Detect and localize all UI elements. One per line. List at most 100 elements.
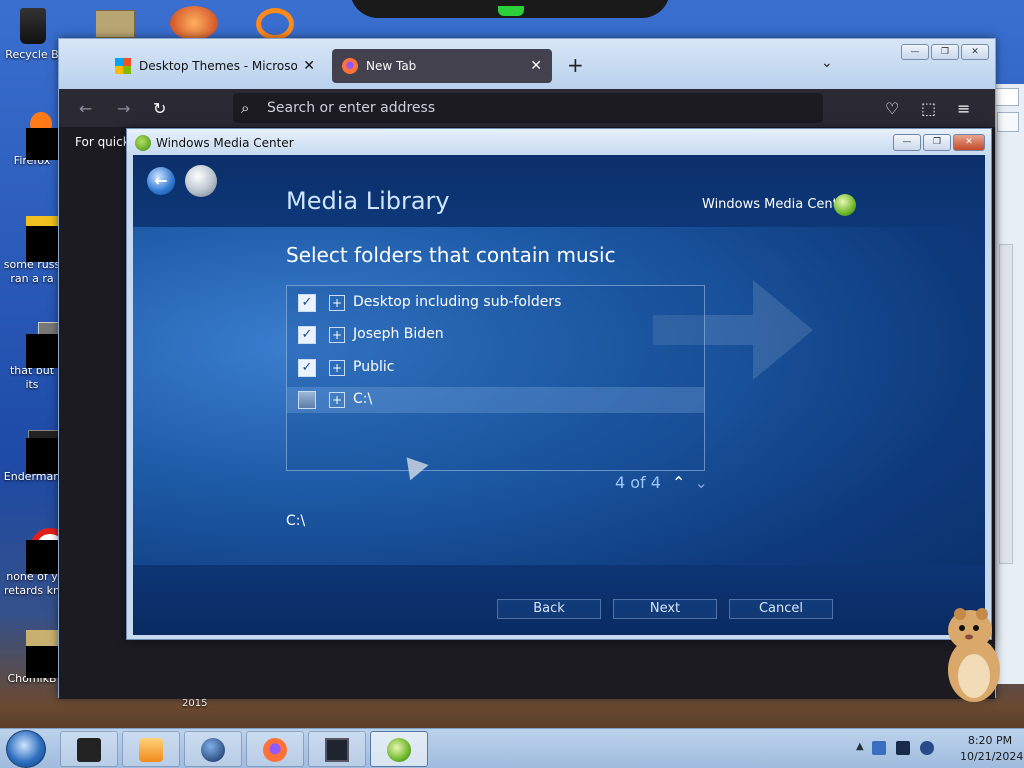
- tab-new-tab[interactable]: New Tab ✕: [332, 49, 552, 83]
- taskbar: ▲ 8:20 PM 10/21/2024: [0, 728, 1024, 768]
- list-all-tabs-button[interactable]: ⌄: [821, 55, 833, 71]
- pocket-icon[interactable]: ♡: [885, 99, 899, 118]
- cube-icon: [77, 738, 101, 762]
- media-player-icon[interactable]: [170, 6, 218, 40]
- back-arrow-button[interactable]: ←: [147, 167, 175, 195]
- checkbox-checked[interactable]: ✓: [298, 326, 316, 344]
- recycle-bin-icon: [12, 6, 52, 46]
- close-tab-icon[interactable]: ✕: [303, 58, 315, 74]
- maximize-button[interactable]: ❐: [931, 44, 959, 60]
- menu-icon[interactable]: ≡: [957, 99, 970, 118]
- close-button[interactable]: ✕: [961, 44, 989, 60]
- media-center-logo-icon: [135, 135, 151, 151]
- header-band: [133, 155, 985, 227]
- address-placeholder: Search or enter address: [267, 100, 436, 116]
- checkbox-unchecked[interactable]: [298, 391, 316, 409]
- minimize-button[interactable]: —: [893, 134, 921, 151]
- firefox-icon: [12, 112, 58, 160]
- folder-list: ✓ + Desktop including sub-folders ✓ + Jo…: [286, 285, 705, 471]
- opera-icon: [12, 528, 70, 574]
- taskbar-app-window[interactable]: [308, 731, 366, 767]
- address-bar[interactable]: ⌕ Search or enter address: [233, 93, 823, 123]
- back-button[interactable]: Back: [497, 599, 601, 619]
- checkbox-checked[interactable]: ✓: [298, 294, 316, 312]
- folder-label: Desktop including sub-folders: [353, 294, 562, 310]
- media-player-icon: [139, 738, 163, 762]
- globe-icon: [201, 738, 225, 762]
- folder-icon: [95, 10, 135, 38]
- expand-plus-icon[interactable]: +: [329, 360, 345, 376]
- media-center-titlebar[interactable]: Windows Media Center — ❐ ✕: [127, 129, 991, 155]
- taskbar-app-media-player[interactable]: [122, 731, 180, 767]
- folder-label: Public: [353, 359, 395, 375]
- clock-time: 8:20 PM: [967, 734, 1013, 747]
- maximize-button[interactable]: ❐: [923, 134, 951, 151]
- page-title: Media Library: [286, 187, 450, 215]
- desktop-icon-label: Recycle B: [5, 48, 59, 61]
- network-icon[interactable]: [872, 741, 886, 755]
- desktop-icon-label-line2: ran a ra: [10, 272, 54, 285]
- hamster-pet-icon[interactable]: [940, 604, 1006, 704]
- cancel-button[interactable]: Cancel: [729, 599, 833, 619]
- display-icon[interactable]: [896, 741, 910, 755]
- clock-date: 10/21/2024: [960, 750, 1024, 763]
- expand-plus-icon[interactable]: +: [329, 327, 345, 343]
- tab-title: New Tab: [366, 59, 417, 73]
- taskbar-app-terminal[interactable]: [60, 731, 118, 767]
- microsoft-logo-icon: [115, 58, 131, 74]
- browser-window-controls: — ❐ ✕: [901, 44, 989, 60]
- page-down-chevron-icon[interactable]: ⌄: [695, 473, 708, 492]
- taskbar-app-globe[interactable]: [184, 731, 242, 767]
- show-hidden-icons-chevron-icon[interactable]: ▲: [856, 741, 864, 752]
- forward-arrow-icon[interactable]: →: [117, 99, 130, 118]
- selected-path: C:\: [286, 513, 306, 529]
- pager-count: 4 of 4: [615, 473, 661, 492]
- new-tab-button[interactable]: +: [567, 53, 584, 77]
- reload-icon[interactable]: ↻: [153, 99, 166, 118]
- media-center-window: Windows Media Center — ❐ ✕ ← Media Libra…: [126, 128, 992, 640]
- next-button[interactable]: Next: [613, 599, 717, 619]
- taskbar-app-firefox[interactable]: [246, 731, 304, 767]
- volume-icon[interactable]: [920, 741, 934, 755]
- folder-label: C:\: [353, 391, 373, 407]
- taskbar-app-media-center[interactable]: [370, 731, 428, 767]
- folder-row-c-drive[interactable]: + C:\: [287, 387, 704, 413]
- clock[interactable]: 8:20 PM 10/21/2024: [960, 733, 1024, 765]
- minimize-button[interactable]: —: [901, 44, 929, 60]
- tab-desktop-themes[interactable]: Desktop Themes - Microsoft Su ✕: [105, 49, 325, 83]
- brand-label: Windows Media Center: [702, 197, 852, 212]
- desktop-icon-thatbut[interactable]: that but its: [2, 322, 68, 392]
- extensions-icon[interactable]: ⬚: [921, 99, 936, 118]
- desktop-icon-enderman[interactable]: Enderman: [2, 428, 68, 484]
- desktop-icon-label: that but its: [9, 364, 55, 391]
- desktop-icon-firefox[interactable]: Firefox: [2, 112, 62, 168]
- expand-plus-icon[interactable]: +: [329, 392, 345, 408]
- checkbox-checked[interactable]: ✓: [298, 359, 316, 377]
- desktop-icon-recycle-bin[interactable]: Recycle B: [2, 6, 62, 62]
- desktop-icon-none[interactable]: none of y retards kn: [2, 528, 70, 598]
- start-button[interactable]: [6, 730, 46, 768]
- folder-row-desktop[interactable]: ✓ + Desktop including sub-folders: [287, 290, 704, 316]
- firefox-partial-icon[interactable]: [256, 8, 294, 40]
- folder-label: Joseph Biden: [353, 326, 444, 342]
- search-icon: ⌕: [241, 99, 250, 117]
- desktop-icon-chomik[interactable]: ChomikB: [2, 630, 68, 686]
- start-menu-orb-icon[interactable]: [185, 165, 217, 197]
- desktop-icon-label-line2: retards kn: [4, 584, 60, 597]
- window-icon: [325, 738, 349, 762]
- page-up-chevron-icon[interactable]: ⌃: [672, 473, 685, 492]
- background-window-scrollbar[interactable]: [999, 244, 1013, 564]
- system-tray: ▲ 8:20 PM 10/21/2024: [844, 729, 1024, 768]
- close-tab-icon[interactable]: ✕: [530, 58, 542, 74]
- quick-text: For quick: [75, 135, 130, 149]
- folder-row-joseph-biden[interactable]: ✓ + Joseph Biden: [287, 322, 704, 348]
- back-arrow-icon[interactable]: ←: [79, 99, 92, 118]
- media-center-logo-icon: [387, 738, 411, 762]
- media-center-window-controls: — ❐ ✕: [893, 134, 985, 151]
- gadget-led: [498, 6, 524, 16]
- window-stack-icon: [12, 322, 68, 368]
- expand-plus-icon[interactable]: +: [329, 295, 345, 311]
- desktop-icon-russ[interactable]: some russ ran a ra: [2, 216, 68, 286]
- close-button[interactable]: ✕: [953, 134, 985, 151]
- folder-row-public[interactable]: ✓ + Public: [287, 355, 704, 381]
